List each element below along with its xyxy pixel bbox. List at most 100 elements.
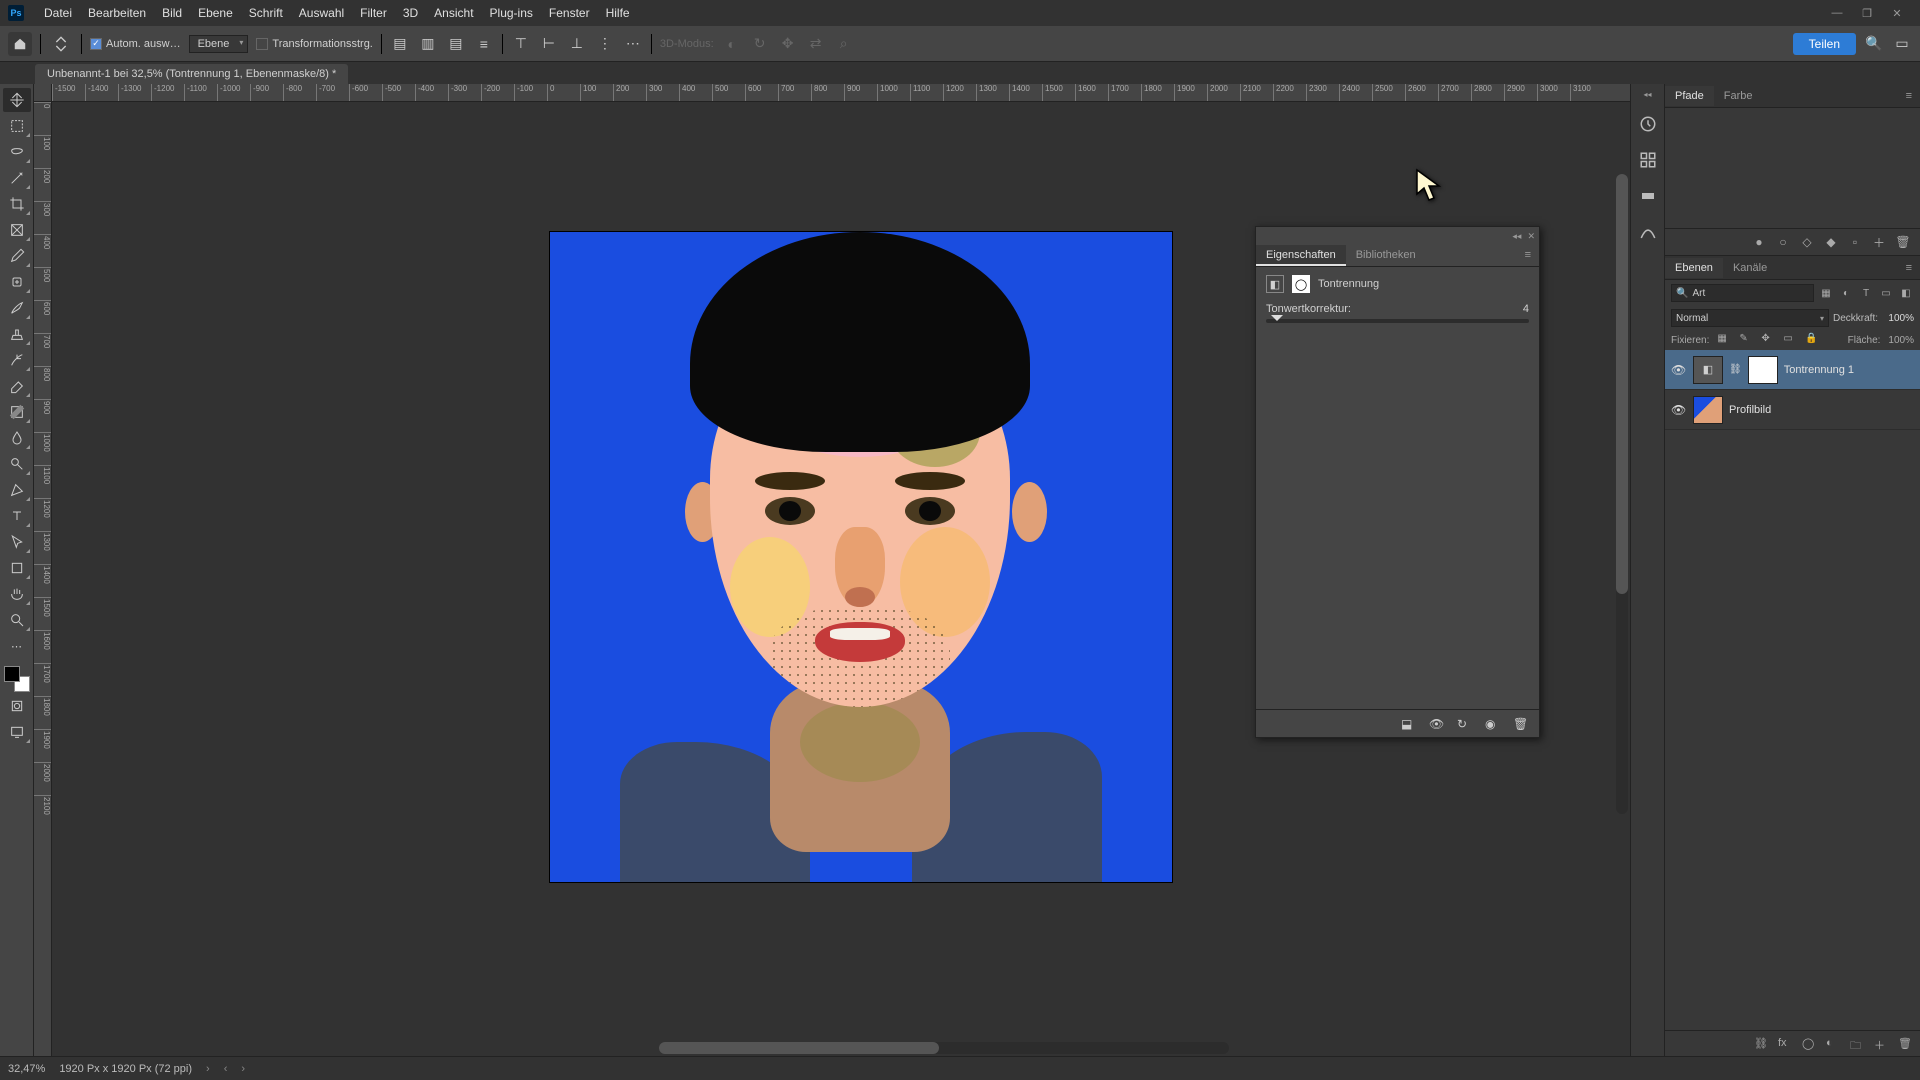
selection-to-path-icon[interactable]: ◆ — [1824, 235, 1838, 249]
auto-select-target-dropdown[interactable]: Ebene — [189, 35, 249, 53]
visibility-toggle-icon[interactable]: 👁 — [1671, 403, 1687, 417]
filter-pixel-icon[interactable]: ▦ — [1818, 285, 1834, 301]
adjustments-panel-icon[interactable] — [1637, 221, 1659, 243]
window-minimize-icon[interactable]: — — [1822, 3, 1852, 23]
layer-name[interactable]: Profilbild — [1729, 404, 1771, 416]
transform-controls-checkbox[interactable]: Transformationsstrg. — [256, 38, 372, 50]
blend-mode-dropdown[interactable]: Normal — [1671, 309, 1829, 327]
home-button[interactable] — [8, 32, 32, 56]
eraser-tool[interactable] — [3, 374, 31, 398]
layer-mask-thumb[interactable] — [1748, 356, 1778, 384]
lasso-tool[interactable] — [3, 140, 31, 164]
zoom-level[interactable]: 32,47% — [8, 1063, 45, 1075]
clip-to-layer-icon[interactable]: ⬓ — [1401, 717, 1417, 731]
align-bottom-icon[interactable]: ⊥ — [567, 34, 587, 54]
ruler-horizontal[interactable]: -1500-1400-1300-1200-1100-1000-900-800-7… — [52, 84, 1630, 102]
eyedropper-tool[interactable] — [3, 244, 31, 268]
align-center-h-icon[interactable]: ▥ — [418, 34, 438, 54]
document-tab[interactable]: Unbenannt-1 bei 32,5% (Tontrennung 1, Eb… — [35, 64, 348, 84]
tool-preset-button[interactable] — [49, 32, 73, 56]
stroke-path-icon[interactable]: ○ — [1776, 235, 1790, 249]
layer-filter-dropdown[interactable]: 🔍 Art — [1671, 284, 1814, 302]
path-selection-tool[interactable] — [3, 530, 31, 554]
ruler-origin[interactable] — [34, 84, 52, 102]
magic-wand-tool[interactable] — [3, 166, 31, 190]
new-layer-icon[interactable]: ＋ — [1874, 1037, 1888, 1051]
collapse-panel-icon[interactable]: ◂◂ — [1512, 231, 1521, 242]
reset-adjustment-icon[interactable]: ↻ — [1457, 717, 1473, 731]
move-tool[interactable] — [3, 88, 31, 112]
search-icon[interactable]: 🔍 — [1864, 34, 1884, 54]
history-panel-icon[interactable] — [1637, 113, 1659, 135]
history-brush-tool[interactable] — [3, 348, 31, 372]
crop-tool[interactable] — [3, 192, 31, 216]
vertical-scrollbar[interactable] — [1616, 174, 1628, 814]
filter-shape-icon[interactable]: ▭ — [1878, 285, 1894, 301]
share-button[interactable]: Teilen — [1793, 33, 1856, 55]
status-prev-icon[interactable]: ‹ — [224, 1063, 228, 1075]
menu-auswahl[interactable]: Auswahl — [291, 6, 352, 20]
link-layers-icon[interactable]: ⛓ — [1754, 1037, 1768, 1051]
delete-layer-icon[interactable]: 🗑 — [1898, 1037, 1912, 1051]
view-previous-icon[interactable]: 👁 — [1429, 717, 1445, 731]
distribute-h-icon[interactable]: ≡ — [474, 34, 494, 54]
gradients-panel-icon[interactable] — [1637, 185, 1659, 207]
opacity-value[interactable]: 100% — [1882, 313, 1914, 324]
quick-mask-icon[interactable] — [3, 694, 31, 718]
lock-artboard-icon[interactable]: ▭ — [1783, 333, 1797, 347]
tab-ebenen[interactable]: Ebenen — [1665, 258, 1723, 278]
status-next-icon[interactable]: › — [241, 1063, 245, 1075]
zoom-tool[interactable] — [3, 608, 31, 632]
menu-ebene[interactable]: Ebene — [190, 6, 241, 20]
collapse-toggle-icon[interactable]: ◂◂ — [1643, 90, 1651, 99]
layer-style-icon[interactable]: fx — [1778, 1037, 1792, 1051]
posterize-levels-slider[interactable] — [1266, 319, 1529, 323]
ruler-vertical[interactable]: 0100200300400500600700800900100011001200… — [34, 102, 52, 1056]
lock-all-icon[interactable]: 🔒 — [1805, 333, 1819, 347]
link-icon[interactable]: ⛓ — [1729, 364, 1742, 375]
menu-datei[interactable]: Datei — [36, 6, 80, 20]
healing-brush-tool[interactable] — [3, 270, 31, 294]
distribute-v-icon[interactable]: ⋮ — [595, 34, 615, 54]
gradient-tool[interactable] — [3, 400, 31, 424]
path-to-selection-icon[interactable]: ◇ — [1800, 235, 1814, 249]
tab-eigenschaften[interactable]: Eigenschaften — [1256, 245, 1346, 266]
pen-tool[interactable] — [3, 478, 31, 502]
layer-item-profilbild[interactable]: 👁 Profilbild — [1665, 390, 1920, 430]
adjustment-layer-thumb[interactable]: ◧ — [1693, 356, 1723, 384]
menu-bearbeiten[interactable]: Bearbeiten — [80, 6, 154, 20]
menu-plugins[interactable]: Plug-ins — [482, 6, 541, 20]
align-top-icon[interactable]: ⊤ — [511, 34, 531, 54]
more-align-icon[interactable]: ⋯ — [623, 34, 643, 54]
close-panel-icon[interactable]: ✕ — [1527, 231, 1535, 242]
lock-position-icon[interactable]: ✥ — [1761, 333, 1775, 347]
filter-adjustment-icon[interactable]: ◐ — [1838, 285, 1854, 301]
document-dimensions[interactable]: 1920 Px x 1920 Px (72 ppi) — [59, 1063, 192, 1075]
align-center-v-icon[interactable]: ⊢ — [539, 34, 559, 54]
status-info-chevron-icon[interactable]: › — [206, 1063, 210, 1075]
tab-pfade[interactable]: Pfade — [1665, 86, 1714, 106]
posterize-levels-value[interactable]: 4 — [1523, 303, 1529, 315]
mask-from-path-icon[interactable]: ▫ — [1848, 235, 1862, 249]
auto-select-checkbox[interactable]: ✓ Autom. ausw… — [90, 38, 181, 50]
align-right-icon[interactable]: ▤ — [446, 34, 466, 54]
toggle-visibility-icon[interactable]: ◉ — [1485, 717, 1501, 731]
tab-kanaele[interactable]: Kanäle — [1723, 258, 1777, 278]
rectangle-tool[interactable] — [3, 556, 31, 580]
blur-tool[interactable] — [3, 426, 31, 450]
menu-fenster[interactable]: Fenster — [541, 6, 598, 20]
filter-smart-icon[interactable]: ◧ — [1898, 285, 1914, 301]
menu-3d[interactable]: 3D — [395, 6, 426, 20]
tab-bibliotheken[interactable]: Bibliotheken — [1346, 245, 1426, 266]
align-left-icon[interactable]: ▤ — [390, 34, 410, 54]
delete-adjustment-icon[interactable]: 🗑 — [1513, 717, 1529, 731]
tab-farbe[interactable]: Farbe — [1714, 86, 1763, 106]
image-layer-thumb[interactable] — [1693, 396, 1723, 424]
fill-path-icon[interactable]: ● — [1752, 235, 1766, 249]
window-close-icon[interactable]: ✕ — [1882, 3, 1912, 23]
foreground-color-swatch[interactable] — [4, 666, 20, 682]
color-swatches[interactable] — [4, 666, 30, 692]
horizontal-scrollbar[interactable] — [659, 1042, 1229, 1054]
window-restore-icon[interactable]: ❐ — [1852, 3, 1882, 23]
add-mask-icon[interactable]: ◯ — [1802, 1037, 1816, 1051]
